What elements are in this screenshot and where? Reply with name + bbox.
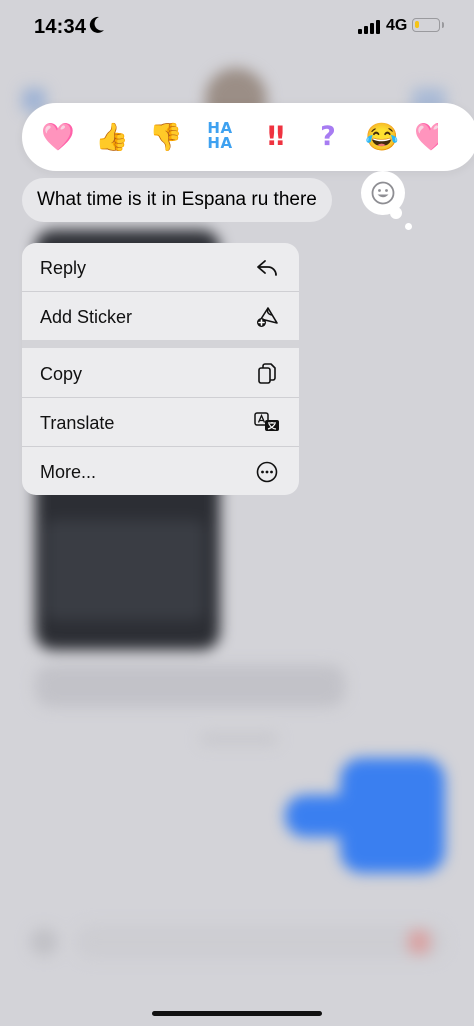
heart-reaction[interactable]: 🩷 (38, 119, 78, 155)
double-exclamation-icon: ‼ (267, 121, 285, 152)
reply-arrow-icon (257, 260, 277, 276)
plus-button-blurred (30, 928, 58, 956)
menu-item-more[interactable]: More... (22, 447, 299, 495)
message-bubble: What time is it in Espana ru there (22, 178, 332, 222)
laughing-emoji-reaction[interactable]: 😂 (362, 119, 402, 155)
emphasize-reaction[interactable]: ‼ (254, 119, 294, 155)
context-menu: Reply Add Sticker Copy Translate More... (22, 243, 299, 495)
thumbs-down-icon: 👎 (149, 122, 183, 152)
menu-section-gap (22, 340, 299, 348)
sticker-add-icon (257, 307, 278, 327)
timestamp-blurred (200, 733, 278, 745)
status-bar: 14:34 4G (0, 0, 474, 52)
copy-icon (258, 363, 276, 384)
translate-icon (254, 412, 279, 431)
bubble-tail-dot-small (405, 223, 412, 230)
thumbs-up-icon: 👍 (95, 122, 129, 152)
thumbs-up-reaction[interactable]: 👍 (92, 119, 132, 155)
sent-bubble-blurred-2 (285, 795, 375, 837)
battery-level (415, 21, 420, 28)
home-indicator[interactable] (152, 1011, 322, 1016)
bubble-tail-dot (390, 207, 402, 219)
menu-item-label: Copy (40, 364, 83, 384)
more-ellipsis-icon (256, 461, 278, 483)
heart-icon: 🩷 (414, 122, 438, 152)
question-mark-icon: ? (320, 121, 336, 152)
menu-item-label: Reply (40, 258, 87, 278)
menu-item-label: More... (40, 462, 97, 482)
menu-item-label: Add Sticker (40, 307, 133, 327)
menu-item-copy[interactable]: Copy (22, 349, 299, 397)
smiley-icon (371, 181, 395, 205)
focus-moon-icon (89, 16, 104, 33)
menu-item-reply[interactable]: Reply (22, 243, 299, 291)
haha-reaction[interactable]: HA HA (200, 121, 240, 157)
laughing-emoji-icon: 😂 (365, 122, 399, 152)
tapback-reaction-bar: 🩷 👍 👎 HA HA ‼ ? 😂 🩷 (22, 103, 474, 171)
caption-bubble-blurred (35, 665, 345, 707)
audio-button-blurred (408, 930, 430, 954)
thumbs-down-reaction[interactable]: 👎 (146, 119, 186, 155)
status-time: 14:34 (34, 16, 87, 38)
network-type: 4G (386, 17, 408, 34)
battery-icon (412, 18, 440, 32)
menu-item-label: Translate (40, 413, 115, 433)
menu-item-add-sticker[interactable]: Add Sticker (22, 292, 299, 340)
question-reaction[interactable]: ? (308, 119, 348, 155)
cellular-signal-icon (358, 20, 380, 34)
battery-nub (442, 22, 444, 28)
message-input-blurred (75, 925, 445, 959)
haha-line-2: HA (207, 134, 233, 152)
heart-icon: 🩷 (41, 122, 75, 152)
menu-item-translate[interactable]: Translate (22, 398, 299, 446)
image-content-blurred (45, 520, 205, 620)
heart-reaction-partial[interactable]: 🩷 (414, 119, 438, 155)
